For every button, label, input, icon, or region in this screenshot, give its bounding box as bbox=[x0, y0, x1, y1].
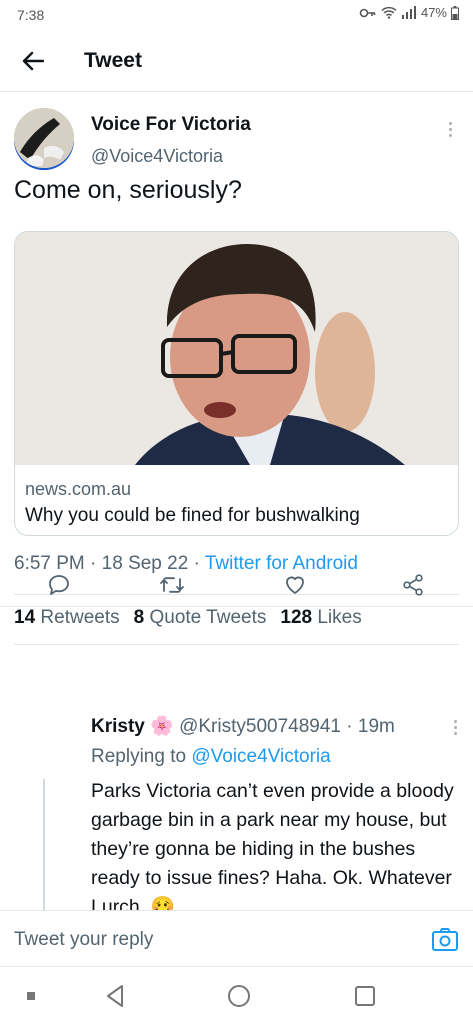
reply-header: Kristy 🌸 @Kristy500748941 · 19m bbox=[91, 714, 395, 738]
triangle-back-icon bbox=[107, 985, 123, 1007]
camera-button[interactable] bbox=[430, 925, 460, 955]
camera-icon bbox=[432, 928, 458, 951]
overview-button[interactable] bbox=[350, 981, 380, 1011]
recents-button[interactable] bbox=[16, 981, 46, 1011]
reply-text: Parks Victoria can’t even provide a bloo… bbox=[91, 780, 454, 910]
reply-age: 19m bbox=[357, 716, 395, 737]
reply-more-options-button[interactable] bbox=[449, 716, 461, 738]
reply-compose-bar[interactable]: Tweet your reply bbox=[0, 910, 473, 966]
flower-emoji: 🌸 bbox=[150, 716, 174, 737]
reply-input[interactable]: Tweet your reply bbox=[14, 929, 153, 951]
thread-connector bbox=[43, 779, 45, 910]
system-nav-bar bbox=[0, 966, 473, 1025]
recents-icon bbox=[27, 992, 35, 1000]
reply-author-handle[interactable]: @Kristy500748941 bbox=[179, 716, 341, 737]
reply-avatar[interactable] bbox=[14, 108, 74, 168]
home-button[interactable] bbox=[224, 981, 254, 1011]
replying-to-mention[interactable]: @Voice4Victoria bbox=[191, 746, 330, 767]
reply-author-name[interactable]: Kristy bbox=[91, 716, 145, 737]
replying-to: Replying to @Voice4Victoria bbox=[91, 746, 331, 768]
replying-prefix: Replying to bbox=[91, 746, 187, 767]
square-overview-icon bbox=[355, 986, 375, 1006]
circle-home-icon bbox=[228, 985, 250, 1007]
reply-tweet[interactable]: Kristy 🌸 @Kristy500748941 · 19m Replying… bbox=[0, 0, 473, 910]
reply-avatar-image bbox=[14, 108, 74, 168]
nav-back-button[interactable] bbox=[100, 981, 130, 1011]
meta-separator: · bbox=[346, 716, 353, 737]
